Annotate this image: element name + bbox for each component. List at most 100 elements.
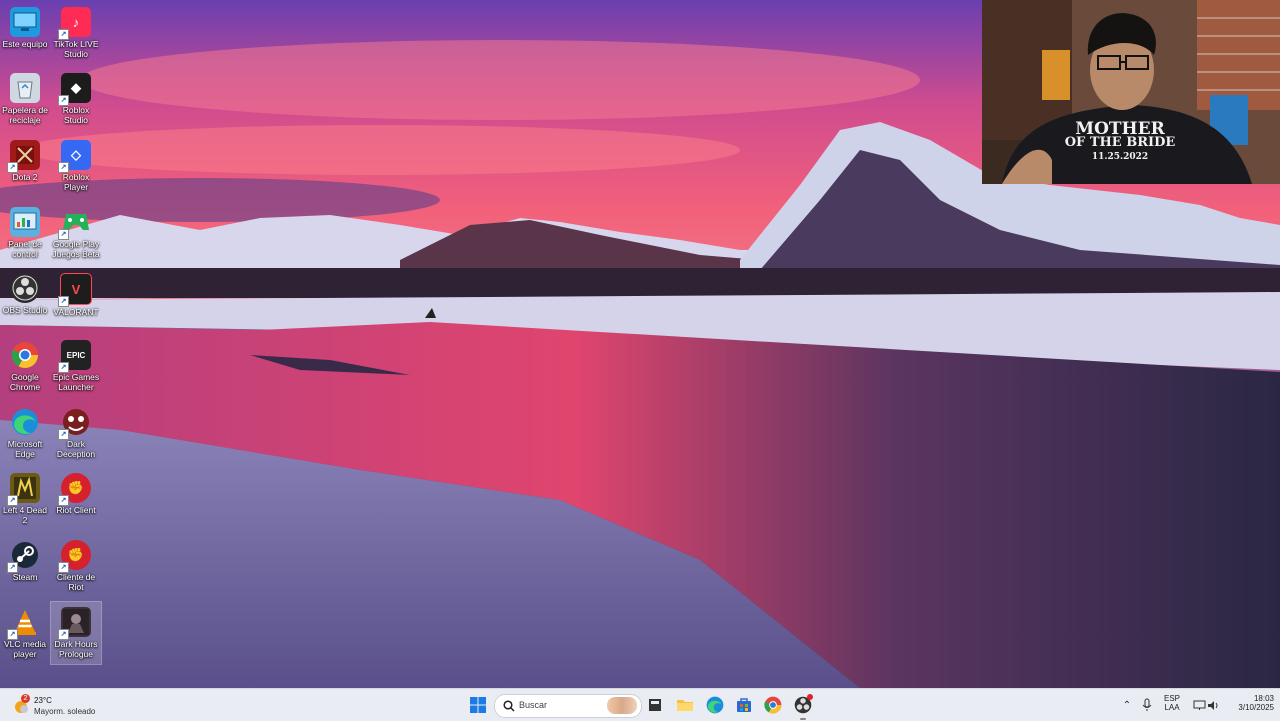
desktop-icon-tiktok-live[interactable]: ♪ ↗ TikTok LIVE Studio — [51, 2, 101, 64]
chrome-taskbar-button[interactable] — [762, 694, 784, 716]
tiktok-icon: ♪ ↗ — [58, 7, 91, 40]
valorant-glyph: V — [71, 281, 81, 297]
desktop-icon-label: Panel de control — [8, 239, 42, 259]
shirt-text-line2: OF THE BRIDE — [1064, 135, 1176, 150]
microphone-button[interactable] — [1136, 694, 1158, 716]
search-placeholder: Buscar — [519, 700, 548, 710]
desktop-icon-dota2[interactable]: ↗ Dota 2 — [0, 135, 50, 197]
shirt-text-line1: MOTHER — [1075, 119, 1165, 139]
recycle-bin-icon — [10, 73, 40, 103]
desktop: Este equipo Papelera de reciclaje ↗ Dota… — [0, 0, 1280, 688]
store-button[interactable] — [733, 694, 755, 716]
webcam-overlay: MOTHER OF THE BRIDE 11.25.2022 — [982, 0, 1280, 184]
roblox-player-glyph: ◇ — [71, 147, 81, 162]
search-highlight-image — [607, 697, 637, 714]
volume-icon — [1207, 700, 1217, 710]
dark-hours-icon: ↗ — [58, 607, 91, 640]
epic-glyph: EPIC — [66, 350, 86, 360]
chrome-icon — [10, 340, 40, 370]
clock-time: 18:03 — [1253, 694, 1274, 703]
control-panel-icon — [10, 207, 40, 237]
desktop-icon-obs[interactable]: OBS Studio — [0, 268, 50, 330]
desktop-icon-label: OBS Studio — [2, 305, 48, 315]
recording-dot-icon — [807, 694, 813, 700]
dark-deception-icon: ↗ — [58, 407, 91, 440]
desktop-icon-label: Dark Hours Prologue — [54, 639, 98, 659]
task-view-button[interactable] — [644, 694, 666, 716]
desktop-icon-roblox-studio[interactable]: ◆ ↗ Roblox Studio — [51, 68, 101, 130]
clock[interactable]: 18:03 3/10/2025 — [1222, 694, 1274, 712]
chrome-icon — [764, 696, 782, 714]
obs-icon — [10, 273, 40, 303]
start-button[interactable] — [467, 694, 489, 716]
desktop-icon-label: VLC media player — [3, 639, 47, 659]
desktop-icon-este-equipo[interactable]: Este equipo — [0, 2, 50, 64]
shirt-text: MOTHER OF THE BRIDE 11.25.2022 — [1060, 119, 1180, 164]
roblox-studio-icon: ◆ ↗ — [58, 73, 91, 106]
keyboard-layout: LAA — [1164, 703, 1180, 712]
desktop-icon-google-play-games[interactable]: ↗ Google Play Juegos Beta — [51, 202, 101, 264]
chevron-up-icon: ⌃ — [1122, 699, 1132, 711]
desktop-icon-label: Este equipo — [2, 39, 48, 49]
desktop-icon-label: Papelera de reciclaje — [2, 105, 48, 125]
task-view-icon — [649, 699, 661, 711]
desktop-icon-cliente-riot[interactable]: ✊ ↗ Cliente de Riot — [51, 535, 101, 597]
volume-button[interactable] — [1202, 694, 1224, 716]
desktop-icon-edge[interactable]: Microsoft Edge — [0, 402, 50, 464]
shortcut-arrow-icon: ↗ — [58, 495, 69, 506]
edge-icon — [10, 407, 40, 437]
desktop-icon-label: Cliente de Riot — [56, 572, 96, 592]
desktop-icon-label: Epic Games Launcher — [52, 372, 100, 392]
weather-temp: 23°C — [34, 696, 52, 705]
desktop-icon-steam[interactable]: ↗ Steam — [0, 535, 50, 597]
desktop-icon-label: TikTok LIVE Studio — [53, 39, 99, 59]
weather-desc: Mayorm. soleado — [34, 707, 96, 716]
obs-taskbar-button[interactable] — [792, 694, 814, 720]
show-hidden-icons-button[interactable]: ⌃ — [1116, 694, 1138, 716]
desktop-icon-chrome[interactable]: Google Chrome — [0, 335, 50, 397]
shortcut-arrow-icon: ↗ — [58, 229, 69, 240]
weather-widget[interactable]: 2 23°C Mayorm. soleado — [10, 692, 120, 718]
desktop-icon-label: Microsoft Edge — [7, 439, 43, 459]
desktop-icon-left4dead2[interactable]: ↗ Left 4 Dead 2 — [0, 468, 50, 530]
riot-glyph: ✊ — [67, 547, 85, 562]
desktop-icon-label: Dota 2 — [12, 172, 38, 182]
roblox-studio-glyph: ◆ — [71, 80, 81, 95]
riot-glyph: ✊ — [67, 480, 85, 495]
shortcut-arrow-icon: ↗ — [7, 629, 18, 640]
riot-client-icon: ✊ ↗ — [58, 540, 91, 573]
language-indicator[interactable]: ESP LAA — [1160, 694, 1184, 712]
dota2-icon: ↗ — [7, 140, 40, 173]
desktop-icon-dark-hours[interactable]: ↗ Dark Hours Prologue — [50, 601, 102, 665]
tiktok-glyph: ♪ — [72, 14, 80, 30]
taskbar: 2 23°C Mayorm. soleado Buscar ⌃ ESP LAA … — [0, 688, 1280, 721]
shortcut-arrow-icon: ↗ — [58, 29, 69, 40]
riot-client-icon: ✊ ↗ — [58, 473, 91, 506]
desktop-icon-vlc[interactable]: ↗ VLC media player — [0, 602, 50, 664]
valorant-icon: V ↗ — [58, 273, 92, 307]
steam-icon: ↗ — [7, 540, 40, 573]
desktop-icon-roblox-player[interactable]: ◇ ↗ Roblox Player — [51, 135, 101, 197]
shortcut-arrow-icon: ↗ — [58, 562, 69, 573]
edge-taskbar-button[interactable] — [704, 694, 726, 716]
language-code: ESP — [1163, 694, 1180, 703]
shortcut-arrow-icon: ↗ — [58, 162, 69, 173]
shortcut-arrow-icon: ↗ — [7, 562, 18, 573]
desktop-icon-epic-games[interactable]: EPIC ↗ Epic Games Launcher — [51, 335, 101, 397]
desktop-icon-label: Roblox Player — [62, 172, 90, 192]
taskbar-search-box[interactable]: Buscar — [494, 694, 642, 718]
desktop-icon-panel-control[interactable]: Panel de control — [0, 202, 50, 264]
desktop-icon-label: VALORANT — [53, 307, 99, 317]
left4dead2-icon: ↗ — [7, 473, 40, 506]
desktop-icon-dark-deception[interactable]: ↗ Dark Deception — [51, 402, 101, 464]
vlc-icon: ↗ — [7, 607, 40, 640]
search-icon — [503, 700, 515, 712]
desktop-icon-riot-client[interactable]: ✊ ↗ Riot Client — [51, 468, 101, 530]
microphone-icon — [1142, 698, 1152, 711]
desktop-icon-papelera[interactable]: Papelera de reciclaje — [0, 68, 50, 130]
desktop-icon-label: Google Chrome — [9, 372, 41, 392]
file-explorer-button[interactable] — [674, 694, 696, 716]
desktop-icon-valorant[interactable]: V ↗ VALORANT — [51, 268, 101, 330]
folder-icon — [677, 700, 693, 711]
shirt-text-line3: 11.25.2022 — [1091, 152, 1149, 162]
